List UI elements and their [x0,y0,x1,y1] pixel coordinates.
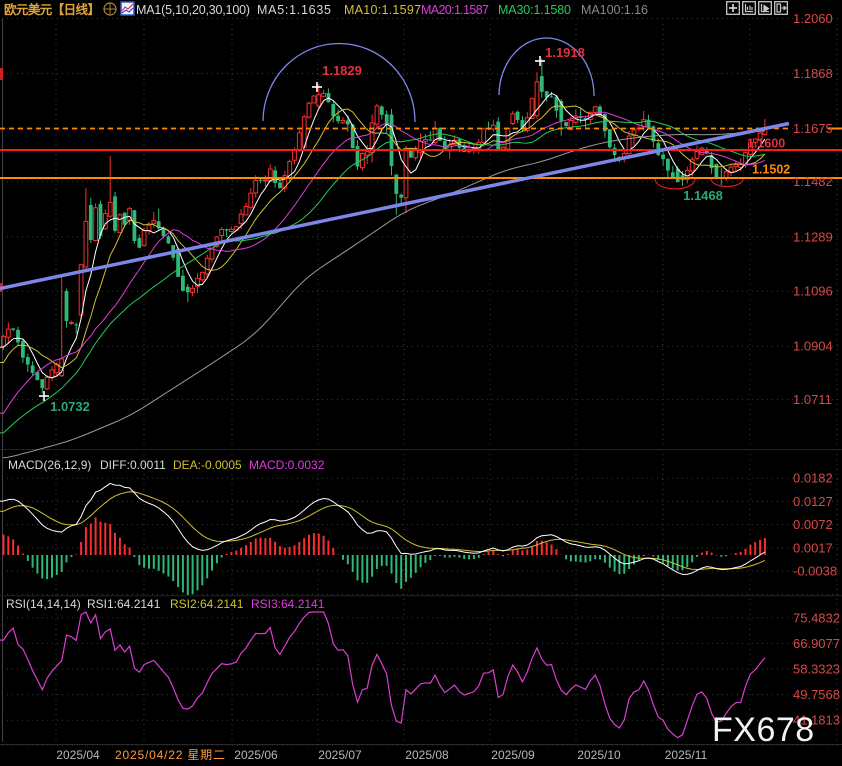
svg-text:0.0017: 0.0017 [793,540,833,555]
svg-text:1.1600: 1.1600 [747,137,785,151]
svg-text:MACD:0.0032: MACD:0.0032 [249,458,325,472]
svg-text:58.3323: 58.3323 [793,662,840,677]
svg-text:2025/11: 2025/11 [665,748,708,762]
svg-text:MA20:1.1587: MA20:1.1587 [421,3,489,17]
svg-text:0.0072: 0.0072 [793,517,833,532]
svg-text:1.1482: 1.1482 [793,174,833,189]
svg-text:2025/04: 2025/04 [56,748,100,762]
svg-text:MACD(26,12,9): MACD(26,12,9) [8,458,91,472]
svg-text:MA10:1.1597: MA10:1.1597 [344,3,421,17]
svg-text:1.0904: 1.0904 [793,339,833,354]
svg-text:49.7568: 49.7568 [793,687,840,702]
svg-text:1.1289: 1.1289 [793,229,833,244]
svg-text:1.0732: 1.0732 [50,399,90,414]
svg-text:FX678: FX678 [712,711,815,749]
svg-text:MA100:1.16: MA100:1.16 [581,3,648,17]
svg-text:2025/09: 2025/09 [491,748,535,762]
svg-text:66.9077: 66.9077 [793,636,840,651]
svg-text:2025/08: 2025/08 [405,748,449,762]
svg-text:MA5:1.1635: MA5:1.1635 [257,3,331,17]
svg-text:1.2060: 1.2060 [793,11,833,26]
svg-text:2025/04/22 星期二: 2025/04/22 星期二 [115,748,225,762]
svg-text:RSI3:64.2141: RSI3:64.2141 [251,597,325,611]
svg-text:MA1(5,10,20,30,100): MA1(5,10,20,30,100) [136,3,250,17]
svg-text:RSI1:64.2141: RSI1:64.2141 [87,597,161,611]
svg-text:RSI2:64.2141: RSI2:64.2141 [170,597,244,611]
svg-text:1.1096: 1.1096 [793,284,833,299]
svg-text:2025/07: 2025/07 [318,748,362,762]
svg-text:欧元美元【日线】: 欧元美元【日线】 [4,2,100,17]
svg-text:2025/06: 2025/06 [234,748,278,762]
svg-text:1.1468: 1.1468 [683,188,723,203]
svg-text:75.4832: 75.4832 [793,610,840,625]
svg-text:-0.0038: -0.0038 [793,564,837,579]
svg-text:0.0127: 0.0127 [793,494,833,509]
svg-text:1.1829: 1.1829 [322,63,362,78]
svg-text:1.1918: 1.1918 [545,45,585,60]
svg-text:0.0182: 0.0182 [793,471,833,486]
svg-text:DIFF:0.0011: DIFF:0.0011 [100,458,166,472]
svg-text:1.1675: 1.1675 [793,121,833,136]
svg-text:MA30:1.1580: MA30:1.1580 [498,3,571,17]
svg-text:RSI(14,14,14): RSI(14,14,14) [6,597,81,611]
svg-text:DEA:-0.0005: DEA:-0.0005 [173,458,242,472]
svg-text:1.0711: 1.0711 [793,392,832,407]
svg-text:1.1868: 1.1868 [793,66,833,81]
svg-text:2025/10: 2025/10 [577,748,621,762]
svg-text:1.1502: 1.1502 [752,163,790,177]
